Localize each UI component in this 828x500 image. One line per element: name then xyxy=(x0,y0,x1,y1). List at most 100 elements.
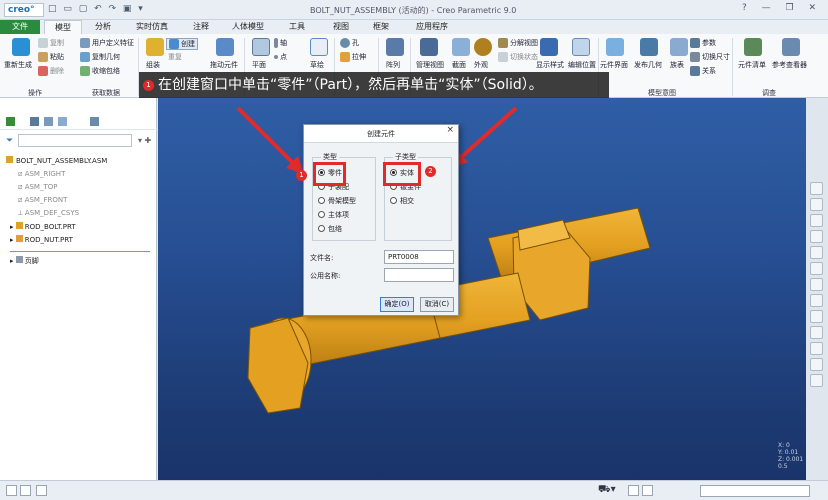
tab-live-simulation[interactable]: 实时仿真 xyxy=(128,20,176,34)
radio-envelope[interactable]: 包络 xyxy=(318,224,342,234)
tab-tools[interactable]: 工具 xyxy=(282,20,312,34)
more-tools-icon[interactable] xyxy=(810,374,823,387)
status-toggle-icon[interactable] xyxy=(20,485,31,496)
copy-button[interactable]: 复制 xyxy=(38,38,64,48)
quick-access-toolbar[interactable]: □ ▭ ▢ ↶ ↷ ▣ ▾ xyxy=(48,4,145,14)
search-options-icon[interactable]: ▾ ✚ xyxy=(138,136,151,145)
filter-icon[interactable]: ⏷ xyxy=(6,136,13,146)
publish-geometry-button[interactable]: 发布几何 xyxy=(634,60,662,70)
relations-button[interactable]: 关系 xyxy=(690,66,716,76)
tab-applications[interactable]: 应用程序 xyxy=(410,20,454,34)
regenerate-button[interactable]: 重新生成 xyxy=(4,60,32,70)
window-controls[interactable]: ? — ❐ ✕ xyxy=(742,3,822,13)
tab-file[interactable]: 文件 xyxy=(0,20,40,34)
plane-button[interactable]: 平面 xyxy=(252,60,266,70)
layer-tree-icon[interactable] xyxy=(44,117,53,126)
radio-intersect[interactable]: 相交 xyxy=(390,196,414,206)
highlight-part-option xyxy=(313,162,346,186)
tab-framework[interactable]: 框架 xyxy=(366,20,396,34)
tree-settings-icon[interactable] xyxy=(58,117,67,126)
explode-view-button[interactable]: 分解视图 xyxy=(498,38,538,48)
appearance-button[interactable]: 外观 xyxy=(474,60,488,70)
tree-item-rod-bolt[interactable]: ▸ ROD_BOLT.PRT xyxy=(10,222,76,231)
tree-item-asm-right[interactable]: ⧄ ASM_RIGHT xyxy=(18,170,65,179)
zoom-out-icon[interactable] xyxy=(810,214,823,227)
copy-geometry-button[interactable]: 复制几何 xyxy=(80,52,120,62)
step-badge-2: 2 xyxy=(425,166,436,177)
tab-analysis[interactable]: 分析 xyxy=(88,20,118,34)
annotation-display-icon[interactable] xyxy=(810,342,823,355)
cancel-button[interactable]: 取消(C) xyxy=(420,297,454,312)
create-button[interactable]: 创建 xyxy=(166,38,198,50)
edit-position-button[interactable]: 编辑位置 xyxy=(568,60,596,70)
model-tree-icon[interactable] xyxy=(6,117,15,126)
tree-item-asm-front[interactable]: ⧄ ASM_FRONT xyxy=(18,196,67,205)
model-tree-search-input[interactable] xyxy=(18,134,132,147)
status-toggle-icon[interactable] xyxy=(6,485,17,496)
status-toggle-icon[interactable] xyxy=(642,485,653,496)
pause-icon[interactable] xyxy=(810,358,823,371)
point-button[interactable]: 点 xyxy=(274,52,287,62)
bom-button[interactable]: 元件清单 xyxy=(738,60,766,70)
paste-button[interactable]: 粘贴 xyxy=(38,52,64,62)
status-toggle-icon[interactable] xyxy=(628,485,639,496)
common-name-input[interactable] xyxy=(384,268,454,282)
component-interface-button[interactable]: 元件界面 xyxy=(600,60,628,70)
refit-icon[interactable] xyxy=(810,182,823,195)
datum-display-icon[interactable] xyxy=(810,310,823,323)
ok-button[interactable]: 确定(O) xyxy=(380,297,414,312)
hole-button[interactable]: 孔 xyxy=(340,38,359,48)
tab-manikin[interactable]: 人体模型 xyxy=(226,20,270,34)
tree-item-footer[interactable]: ▸ 页脚 xyxy=(10,256,39,266)
pattern-button[interactable]: 阵列 xyxy=(386,60,400,70)
display-style-toolbar-icon[interactable] xyxy=(810,262,823,275)
close-icon[interactable]: × xyxy=(446,125,454,135)
repeat-button[interactable]: 重复 xyxy=(168,52,182,62)
display-style-button[interactable]: 显示样式 xyxy=(536,60,564,70)
graphics-window[interactable]: X: 0 Y: 0.01 Z: 0.001 0.5 xyxy=(158,98,806,480)
tree-root[interactable]: BOLT_NUT_ASSEMBLY.ASM xyxy=(6,156,107,165)
toggle-status-button[interactable]: 切换状态 xyxy=(498,52,538,62)
assemble-icon xyxy=(146,38,164,56)
extrude-button[interactable]: 拉伸 xyxy=(340,52,366,62)
csys-icon: ⟂ xyxy=(18,209,25,217)
show-icon[interactable] xyxy=(90,117,99,126)
common-name-label: 公用名称: xyxy=(310,272,341,280)
tree-item-asm-top[interactable]: ⧄ ASM_TOP xyxy=(18,183,57,192)
user-defined-feature-button[interactable]: 用户定义特征 xyxy=(80,38,134,48)
tree-item-rod-nut[interactable]: ▸ ROD_NUT.PRT xyxy=(10,235,73,244)
smart-filter-icon[interactable]: ⛟▾ xyxy=(598,484,616,497)
delete-button[interactable]: 删除 xyxy=(38,66,64,76)
drag-components-button[interactable]: 拖动元件 xyxy=(210,60,238,70)
switch-dimensions-button[interactable]: 切换尺寸 xyxy=(690,52,730,62)
model-tree-toolbar[interactable] xyxy=(0,114,157,130)
radio-skeleton-model[interactable]: 骨架模型 xyxy=(318,196,356,206)
manage-views-button[interactable]: 管理视图 xyxy=(416,60,444,70)
zoom-in-icon[interactable] xyxy=(810,198,823,211)
status-toggle-icon[interactable] xyxy=(36,485,47,496)
reference-viewer-button[interactable]: 参考查看器 xyxy=(772,60,807,70)
repaint-icon[interactable] xyxy=(810,230,823,243)
plane-icon xyxy=(252,38,270,56)
tab-model[interactable]: 模型 xyxy=(44,20,82,34)
bolt-nut-model[interactable] xyxy=(158,98,806,480)
view-manager-icon[interactable] xyxy=(810,278,823,291)
family-table-button[interactable]: 族表 xyxy=(670,60,684,70)
tree-columns-icon[interactable] xyxy=(30,117,39,126)
tab-view[interactable]: 视图 xyxy=(326,20,356,34)
assemble-button[interactable]: 组装 xyxy=(146,60,160,70)
shrinkwrap-button[interactable]: 收缩包络 xyxy=(80,66,120,76)
spin-center-icon[interactable] xyxy=(810,326,823,339)
selection-filter-dropdown[interactable] xyxy=(700,485,810,497)
section-button[interactable]: 截面 xyxy=(452,60,466,70)
filename-input[interactable]: PRT0008 xyxy=(384,250,454,264)
sketch-button[interactable]: 草绘 xyxy=(310,60,324,70)
radio-bulk-item[interactable]: 主体项 xyxy=(318,210,349,220)
tree-item-asm-def-csys[interactable]: ⟂ ASM_DEF_CSYS xyxy=(18,209,79,218)
axis-button[interactable]: 轴 xyxy=(274,38,287,48)
parameters-button[interactable]: 参数 xyxy=(690,38,716,48)
perspective-icon[interactable] xyxy=(810,294,823,307)
saved-orientations-icon[interactable] xyxy=(810,246,823,259)
part-icon xyxy=(15,222,23,229)
tab-annotate[interactable]: 注释 xyxy=(186,20,216,34)
